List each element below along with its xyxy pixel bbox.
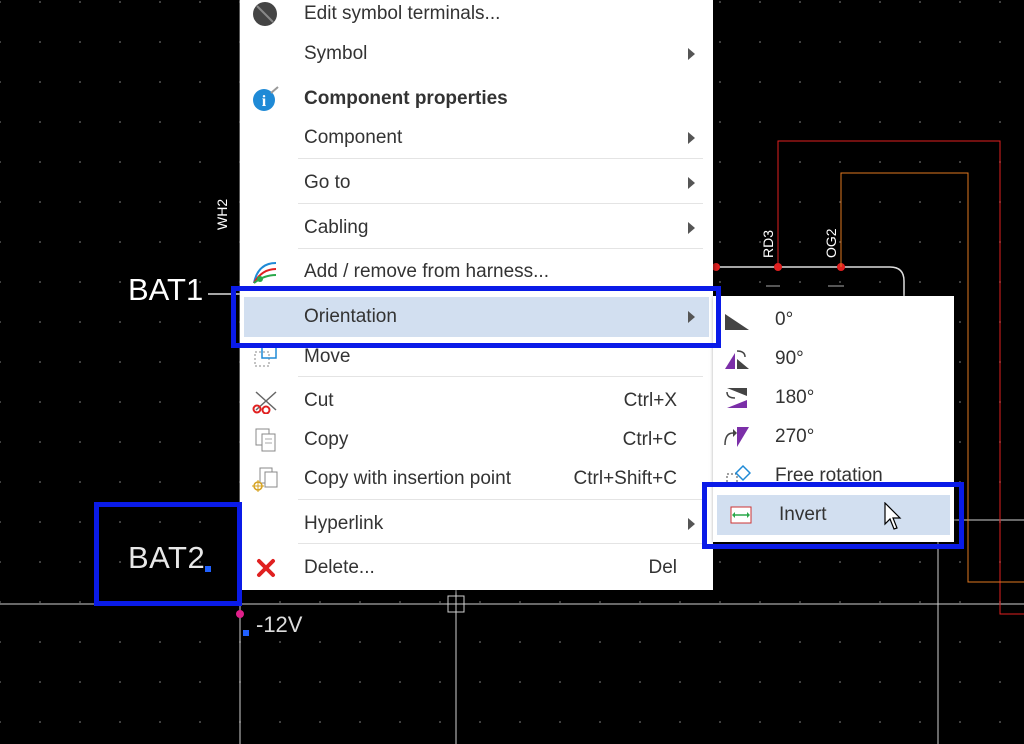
chevron-right-icon <box>688 177 695 189</box>
wire-label-rd3: RD3 <box>760 229 776 258</box>
svg-text:i: i <box>262 93 267 110</box>
voltage-label[interactable]: -12V <box>256 612 302 638</box>
menu-item-go-to[interactable]: Go to <box>240 163 713 203</box>
separator <box>298 158 703 159</box>
anchor-12v <box>243 630 249 636</box>
chevron-right-icon <box>688 222 695 234</box>
submenu-item-0-degrees[interactable]: 0° <box>713 300 954 340</box>
mouse-cursor-icon <box>884 502 902 530</box>
menu-item-delete[interactable]: Delete... Del <box>240 548 713 588</box>
delete-icon <box>252 555 280 581</box>
separator <box>298 543 703 544</box>
submenu-item-180-degrees[interactable]: 180° <box>713 378 954 418</box>
bat1-label[interactable]: BAT1 <box>128 272 203 308</box>
chevron-right-icon <box>688 48 695 60</box>
menu-item-component-properties[interactable]: i Component properties <box>240 79 713 119</box>
scissors-icon <box>252 388 280 415</box>
node-left <box>712 263 720 271</box>
submenu-item-free-rotation[interactable]: Free rotation <box>713 456 954 496</box>
rotate-0-icon <box>723 308 751 332</box>
node-12v <box>236 610 244 618</box>
rotate-180-icon <box>723 386 751 410</box>
info-icon: i <box>252 86 280 112</box>
wire-top <box>713 266 905 296</box>
rotate-270-icon <box>723 425 751 449</box>
bat2-label[interactable]: BAT2 <box>128 540 205 576</box>
separator <box>298 376 703 377</box>
anchor-bat2 <box>205 566 211 572</box>
chevron-right-icon <box>688 132 695 144</box>
menu-item-orientation[interactable]: Orientation <box>244 297 709 337</box>
menu-item-copy-insertion-point[interactable]: Copy with insertion point Ctrl+Shift+C <box>240 459 713 499</box>
submenu-item-90-degrees[interactable]: 90° <box>713 339 954 379</box>
free-rotation-icon <box>723 464 752 488</box>
chevron-right-icon <box>688 518 695 530</box>
menu-item-symbol[interactable]: Symbol <box>240 34 713 74</box>
menu-item-cut[interactable]: Cut Ctrl+X <box>240 381 713 421</box>
invert-icon <box>727 503 755 527</box>
menu-item-hyperlink[interactable]: Hyperlink <box>240 504 713 544</box>
separator <box>298 248 703 249</box>
menu-item-add-remove-harness[interactable]: Add / remove from harness... <box>240 252 713 292</box>
submenu-item-invert[interactable]: Invert <box>717 495 950 535</box>
wire-label-og2: OG2 <box>823 228 839 258</box>
terminal-icon <box>252 1 280 27</box>
harness-icon <box>252 259 280 285</box>
orientation-submenu: 0° 90° 180° 270° Free rotation Invert <box>713 296 954 542</box>
copy-insertion-icon <box>252 466 280 492</box>
wire-label-wh2: WH2 <box>214 198 230 230</box>
menu-item-edit-symbol-terminals[interactable]: Edit symbol terminals... <box>240 0 713 34</box>
menu-item-component[interactable]: Component <box>240 118 713 158</box>
copy-icon <box>252 427 280 453</box>
menu-item-cabling[interactable]: Cabling <box>240 208 713 248</box>
menu-item-move[interactable]: Move <box>240 337 713 377</box>
rotate-90-icon <box>723 347 751 371</box>
separator <box>298 499 703 500</box>
context-menu: Edit symbol terminals... Symbol i Compon… <box>240 0 713 590</box>
separator <box>298 203 703 204</box>
move-icon <box>252 344 280 370</box>
submenu-item-270-degrees[interactable]: 270° <box>713 417 954 457</box>
menu-item-copy[interactable]: Copy Ctrl+C <box>240 420 713 460</box>
chevron-right-icon <box>688 311 695 323</box>
